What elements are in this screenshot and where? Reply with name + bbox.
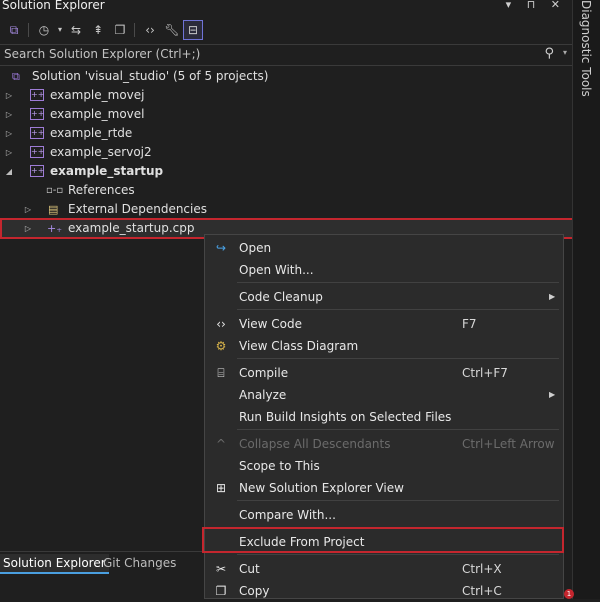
menu-item-open-with[interactable]: Open With... [205, 259, 563, 281]
menu-separator [237, 429, 559, 430]
solution-label: Solution 'visual_studio' (5 of 5 project… [32, 69, 269, 83]
properties-wrench-icon[interactable]: 🔧︎ [162, 20, 182, 40]
project-label: example_servoj2 [50, 145, 152, 159]
show-all-files-icon[interactable]: ❐ [110, 20, 130, 40]
menu-separator [237, 358, 559, 359]
menu-item-compare-with[interactable]: Compare With... [205, 504, 563, 526]
project-label: example_startup [50, 164, 164, 178]
menu-item-view-code[interactable]: ‹› View Code F7 [205, 313, 563, 335]
tree-project[interactable]: ▷ ++ example_servoj2 [0, 143, 572, 162]
toolbar-separator [28, 23, 29, 37]
chevron-down-icon[interactable]: ▾ [563, 48, 567, 57]
search-bar[interactable]: Search Solution Explorer (Ctrl+;) ⚲ ▾ [0, 44, 572, 66]
bottom-tab-bar: Solution Explorer Git Changes [0, 551, 205, 574]
menu-separator [237, 309, 559, 310]
references-icon: ▫-▫ [46, 185, 64, 196]
search-icon[interactable]: ⚲ [544, 46, 554, 61]
project-label: example_movel [50, 107, 145, 121]
project-label: example_movej [50, 88, 145, 102]
menu-item-view-class-diagram[interactable]: ⚙ View Class Diagram [205, 335, 563, 357]
window-controls[interactable]: ▾ ⊓ ✕ [506, 0, 566, 11]
collapse-chevron-icon: ^ [215, 437, 227, 451]
menu-item-code-cleanup[interactable]: Code Cleanup ▶ [205, 286, 563, 308]
menu-item-compile[interactable]: ⌸ Compile Ctrl+F7 [205, 362, 563, 384]
menu-item-analyze[interactable]: Analyze ▶ [205, 384, 563, 406]
tree-project[interactable]: ▷ ++ example_rtde [0, 124, 572, 143]
panel-title: Solution Explorer [2, 0, 105, 12]
highlight-box-exclude [202, 527, 564, 553]
expand-arrow-icon[interactable]: ▷ [23, 200, 33, 219]
menu-item-new-se-view[interactable]: ⊞ New Solution Explorer View [205, 477, 563, 499]
code-brackets-icon: ‹› [216, 317, 226, 331]
cpp-project-icon: ++ [30, 89, 45, 101]
code-view-icon[interactable]: ‹› [140, 20, 160, 40]
tree-project[interactable]: ▷ ++ example_movel [0, 105, 572, 124]
search-input[interactable]: Search Solution Explorer (Ctrl+;) [4, 47, 200, 61]
cpp-project-icon: ++ [30, 146, 45, 158]
expand-arrow-icon[interactable]: ▷ [4, 105, 14, 124]
title-bar: Solution Explorer ▾ ⊓ ✕ [0, 0, 572, 15]
cpp-project-icon: ++ [30, 108, 45, 120]
menu-item-collapse-all[interactable]: ^ Collapse All Descendants Ctrl+Left Arr… [205, 433, 563, 455]
compile-icon: ⌸ [217, 366, 225, 380]
submenu-arrow-icon: ▶ [549, 292, 556, 301]
tree-external-deps[interactable]: ▷ ▤ External Dependencies [0, 200, 572, 219]
expand-arrow-icon[interactable]: ▷ [4, 124, 14, 143]
menu-item-open[interactable]: ↪ Open [205, 237, 563, 259]
cpp-project-icon: ++ [30, 127, 45, 139]
collapse-arrow-icon[interactable]: ◢ [4, 162, 14, 181]
tree-references[interactable]: ▫-▫ References [0, 181, 572, 200]
menu-separator [237, 282, 559, 283]
tab-git-changes[interactable]: Git Changes [100, 554, 179, 572]
toolbar: ⧉ ◷ ▾ ⇆ ⇞ ❐ ‹› 🔧︎ ⊟ [0, 18, 572, 44]
diagnostic-tools-tab[interactable]: Diagnostic Tools [572, 0, 600, 599]
diagnostic-tools-label: Diagnostic Tools [579, 0, 593, 97]
folder-icon: ▤ [48, 203, 59, 216]
tree-solution[interactable]: ⧉ Solution 'visual_studio' (5 of 5 proje… [0, 67, 572, 86]
expand-arrow-icon[interactable]: ▷ [4, 143, 14, 162]
class-diagram-icon: ⚙ [215, 339, 227, 353]
toolbar-separator [134, 23, 135, 37]
vs-switch-views-icon[interactable]: ⧉ [4, 20, 24, 40]
sync-icon[interactable]: ⇆ [66, 20, 86, 40]
new-view-icon: ⊞ [215, 481, 227, 495]
external-deps-label: External Dependencies [68, 202, 208, 216]
notification-badge: 1 [564, 589, 574, 599]
solution-icon: ⧉ [12, 70, 20, 83]
menu-item-scope-to-this[interactable]: Scope to This [205, 455, 563, 477]
preview-selected-icon[interactable]: ⊟ [183, 20, 203, 40]
submenu-arrow-icon: ▶ [549, 390, 556, 399]
collapse-all-icon[interactable]: ⇞ [88, 20, 108, 40]
tree-project[interactable]: ▷ ++ example_movej [0, 86, 572, 105]
scissors-icon: ✂ [215, 562, 227, 576]
menu-item-cut[interactable]: ✂ Cut Ctrl+X [205, 558, 563, 580]
open-arrow-icon: ↪ [215, 241, 227, 255]
menu-item-run-build-insights[interactable]: Run Build Insights on Selected Files [205, 406, 563, 428]
cpp-project-icon: ++ [30, 165, 45, 177]
project-label: example_rtde [50, 126, 133, 140]
expand-arrow-icon[interactable]: ▷ [4, 86, 14, 105]
tree-project-expanded[interactable]: ◢ ++ example_startup [0, 162, 572, 181]
tab-solution-explorer[interactable]: Solution Explorer [0, 554, 109, 574]
menu-separator [237, 554, 559, 555]
menu-separator [237, 500, 559, 501]
references-label: References [68, 183, 135, 197]
